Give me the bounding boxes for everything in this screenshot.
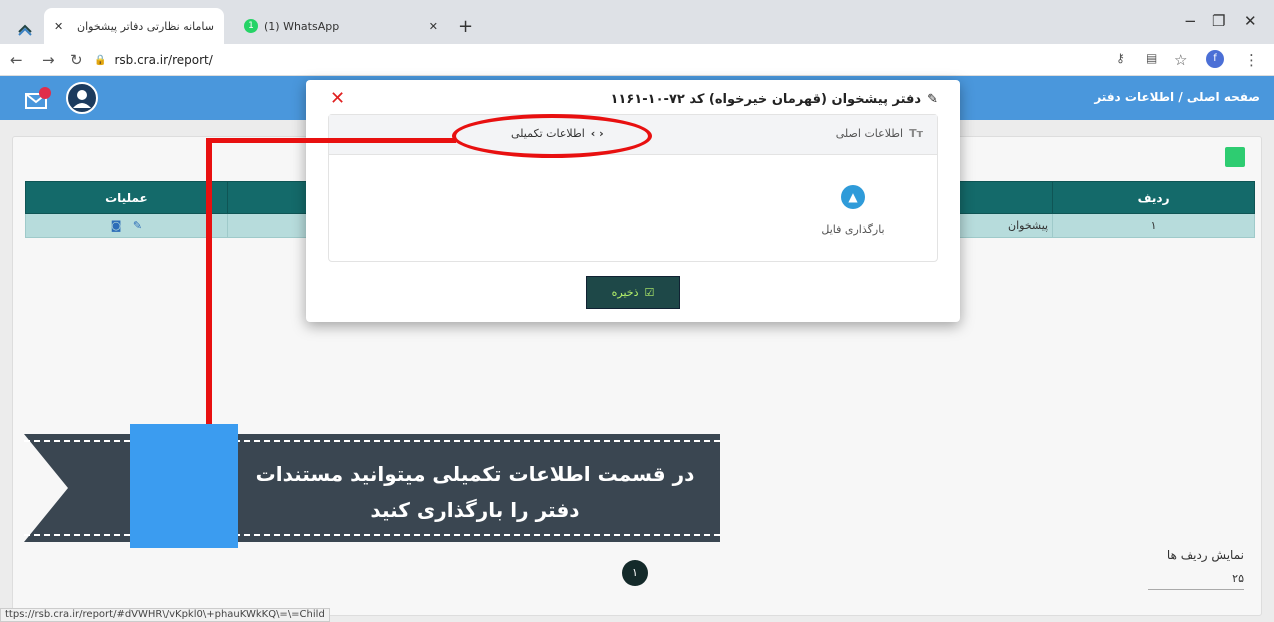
url-text: rsb.cra.ir/report/: [114, 53, 213, 67]
camera-icon[interactable]: ◙: [111, 219, 122, 232]
more-menu-icon[interactable]: ⋮: [1244, 51, 1259, 69]
edit-icon[interactable]: ✎: [133, 219, 142, 232]
modal-title-text: دفتر پیشخوان (قهرمان خیرخواه) کد ۷۲-۱۰-۱…: [610, 92, 922, 107]
close-modal-icon[interactable]: ✕: [330, 88, 345, 109]
text-format-icon: Tт: [909, 127, 923, 140]
row-name: پیشخوان: [956, 213, 1054, 238]
pencil-icon: ✎: [927, 92, 938, 107]
key-icon[interactable]: ⚷: [1116, 51, 1125, 65]
translate-icon[interactable]: ▤: [1146, 51, 1157, 65]
browser-menu-icon[interactable]: [16, 12, 34, 48]
tab-whatsapp[interactable]: 1 (1) WhatsApp ✕: [236, 8, 446, 44]
breadcrumb: صفحه اصلی / اطلاعات دفتر: [1094, 90, 1260, 104]
col-empty: [956, 181, 1054, 214]
check-icon: ☑: [644, 286, 655, 299]
browser-tab-strip: ✕ سامانه نظارتی دفاتر پیشخوان 1 (1) What…: [0, 0, 1274, 44]
profile-avatar[interactable]: f: [1206, 50, 1224, 68]
save-label: ذخیره: [611, 286, 639, 299]
upload-label: بارگذاری فایل: [821, 223, 885, 236]
minimize-button[interactable]: −: [1184, 12, 1197, 30]
url-input[interactable]: 🔒 rsb.cra.ir/report/: [94, 48, 1094, 72]
tab-main-label: اطلاعات اصلی: [835, 127, 904, 140]
whatsapp-icon: 1: [244, 19, 258, 33]
tab-close-icon[interactable]: ✕: [429, 20, 438, 33]
connector-line: [206, 138, 212, 432]
tab-main-info[interactable]: Tт اطلاعات اصلی: [836, 127, 923, 140]
banner-border: [24, 440, 720, 442]
upload-file[interactable]: ▲ بارگذاری فایل: [813, 185, 893, 236]
modal-title: ✎ دفتر پیشخوان (قهرمان خیرخواه) کد ۷۲-۱۰…: [611, 92, 939, 107]
row-index: ۱: [1052, 213, 1255, 238]
connector-line: [206, 138, 456, 143]
banner-border: [24, 534, 720, 536]
save-button[interactable]: ذخیره ☑: [586, 276, 680, 309]
banner-accent: [130, 424, 238, 548]
back-icon[interactable]: ←: [10, 51, 23, 69]
address-bar: ← → ↻ 🔒 rsb.cra.ir/report/ ⚷ ▤ ☆ f ⋮: [0, 44, 1274, 76]
rows-per-page-label: نمایش ردیف ها: [1166, 548, 1244, 562]
reload-icon[interactable]: ↻: [70, 51, 83, 69]
col-actions: عملیات: [25, 181, 228, 214]
tab-cra[interactable]: ✕ سامانه نظارتی دفاتر پیشخوان: [44, 8, 224, 44]
star-icon[interactable]: ☆: [1174, 51, 1187, 69]
col-index: ردیف: [1052, 181, 1255, 214]
forward-icon[interactable]: →: [42, 51, 55, 69]
rows-per-page-select[interactable]: ۲۵: [1148, 572, 1244, 590]
tab-favicon-icon: ✕: [54, 19, 64, 33]
annotation-text: در قسمت اطلاعات تکمیلی میتوانید مستندات …: [255, 462, 695, 522]
row-actions: ◙ ✎: [25, 213, 228, 238]
user-avatar[interactable]: [66, 82, 98, 114]
office-modal: ✕ ✎ دفتر پیشخوان (قهرمان خیرخواه) کد ۷۲-…: [306, 80, 960, 322]
list-menu-icon[interactable]: [1225, 147, 1245, 167]
pagination-page[interactable]: ۱: [622, 560, 648, 586]
maximize-button[interactable]: ❐: [1212, 12, 1225, 30]
cloud-upload-icon: ▲: [841, 185, 865, 209]
new-tab-button[interactable]: +: [458, 8, 473, 44]
messages-icon[interactable]: [24, 86, 52, 115]
highlight-ellipse: [452, 114, 652, 158]
tab-title: سامانه نظارتی دفاتر پیشخوان: [77, 19, 214, 33]
status-url: ttps://rsb.cra.ir/report/#dVWHR\/vKpkl0\…: [0, 608, 330, 622]
lock-icon: 🔒: [94, 54, 107, 66]
tab-title: (1) WhatsApp: [264, 19, 340, 33]
close-window-button[interactable]: ✕: [1244, 12, 1257, 30]
